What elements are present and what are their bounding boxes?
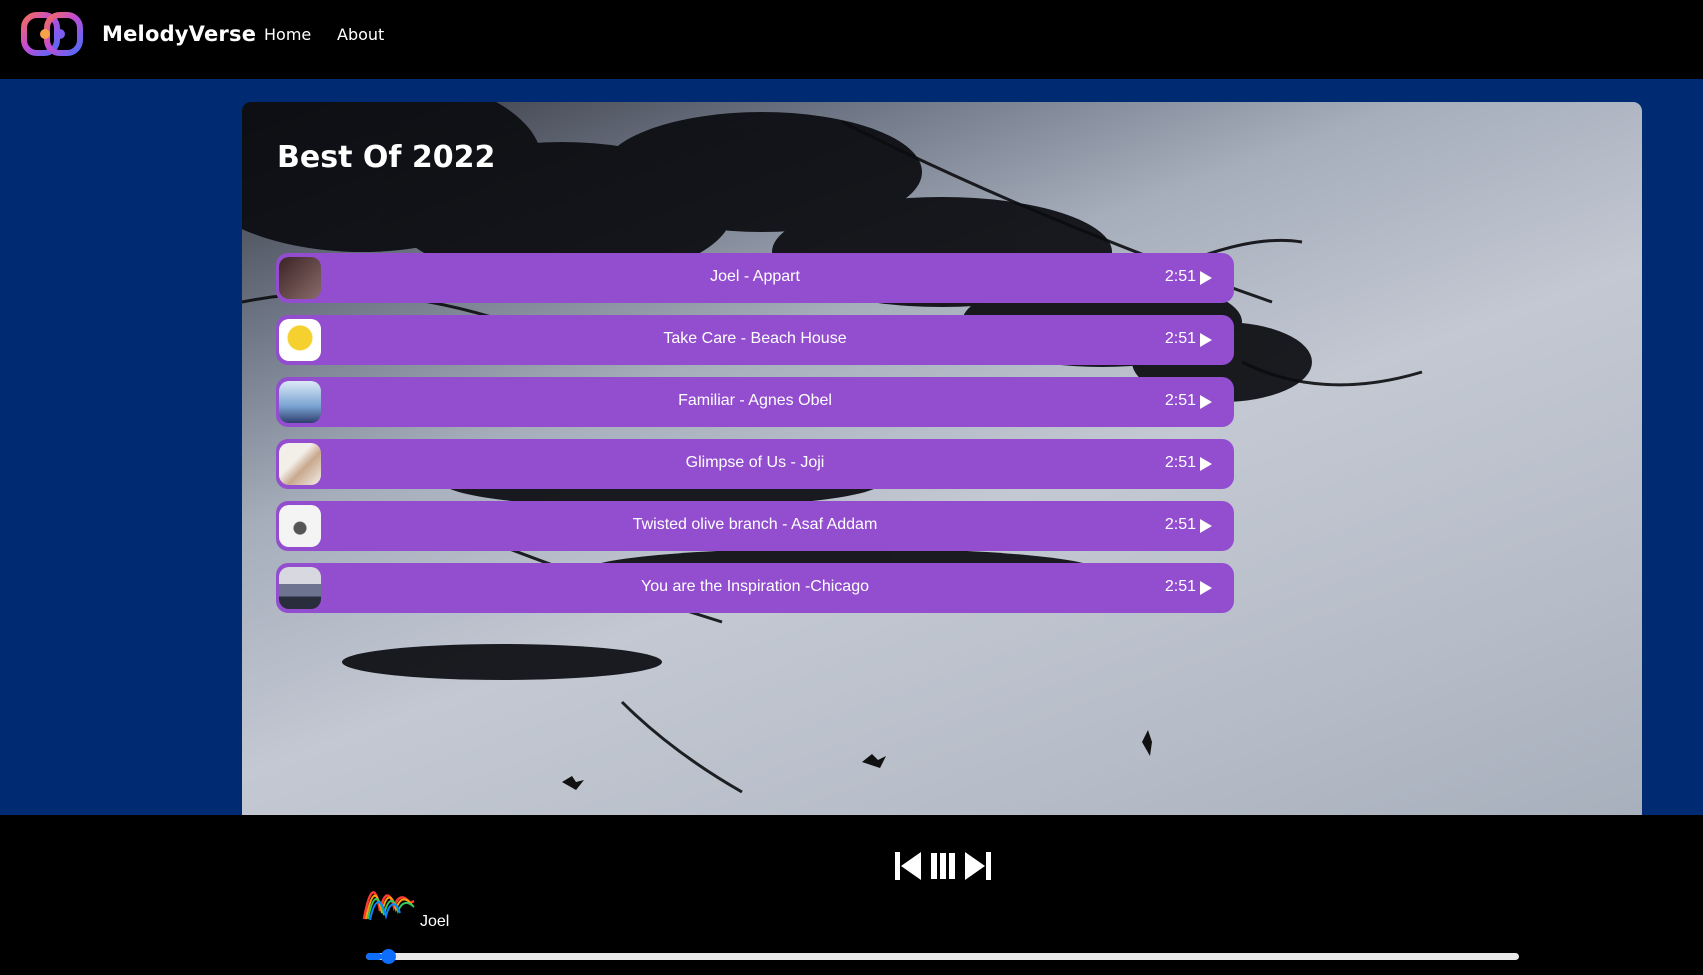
- skip-forward-icon[interactable]: [963, 850, 991, 882]
- song-title: Twisted olive branch - Asaf Addam: [632, 516, 878, 533]
- play-icon[interactable]: [1200, 395, 1212, 409]
- song-row[interactable]: Glimpse of Us - Joji 2:51: [276, 439, 1234, 489]
- progress-fill: [366, 953, 382, 960]
- playlist-card: Best Of 2022 Joel - Appart 2:51 Take Car…: [242, 102, 1642, 815]
- now-playing-title: Joel: [420, 913, 450, 930]
- play-icon[interactable]: [1200, 333, 1212, 347]
- song-title: You are the Inspiration -Chicago: [641, 578, 869, 595]
- song-title: Take Care - Beach House: [663, 330, 847, 347]
- song-title: Familiar - Agnes Obel: [678, 392, 832, 409]
- playback-controls: [895, 850, 991, 882]
- play-icon[interactable]: [1200, 519, 1212, 533]
- wave-icon: [362, 891, 415, 921]
- progress-slider[interactable]: [366, 949, 1519, 964]
- skip-back-icon[interactable]: [895, 850, 923, 882]
- song-list: Joel - Appart 2:51 Take Care - Beach Hou…: [276, 253, 1234, 625]
- song-duration: 2:51: [1164, 268, 1196, 285]
- song-row[interactable]: Twisted olive branch - Asaf Addam 2:51: [276, 501, 1234, 551]
- song-title: Joel - Appart: [710, 268, 800, 285]
- song-title: Glimpse of Us - Joji: [685, 454, 825, 471]
- song-duration: 2:51: [1164, 516, 1196, 533]
- play-icon[interactable]: [1200, 271, 1212, 285]
- pause-icon[interactable]: [931, 850, 956, 882]
- play-icon[interactable]: [1200, 457, 1212, 471]
- progress-handle[interactable]: [381, 949, 396, 964]
- brand-name[interactable]: MelodyVerse: [102, 22, 256, 46]
- song-row[interactable]: You are the Inspiration -Chicago 2:51: [276, 563, 1234, 613]
- nav-home-link[interactable]: Home: [264, 25, 311, 44]
- song-row[interactable]: Take Care - Beach House 2:51: [276, 315, 1234, 365]
- song-duration: 2:51: [1164, 454, 1196, 471]
- song-row[interactable]: Familiar - Agnes Obel 2:51: [276, 377, 1234, 427]
- play-icon[interactable]: [1200, 581, 1212, 595]
- navbar: MelodyVerse Home About: [0, 0, 1703, 79]
- logo-icon[interactable]: [21, 12, 84, 57]
- player-bar: Joel: [0, 815, 1703, 975]
- playlist-title: Best Of 2022: [277, 140, 496, 175]
- song-duration: 2:51: [1164, 392, 1196, 409]
- song-duration: 2:51: [1164, 330, 1196, 347]
- song-row[interactable]: Joel - Appart 2:51: [276, 253, 1234, 303]
- song-duration: 2:51: [1164, 578, 1196, 595]
- nav-about-link[interactable]: About: [337, 25, 384, 44]
